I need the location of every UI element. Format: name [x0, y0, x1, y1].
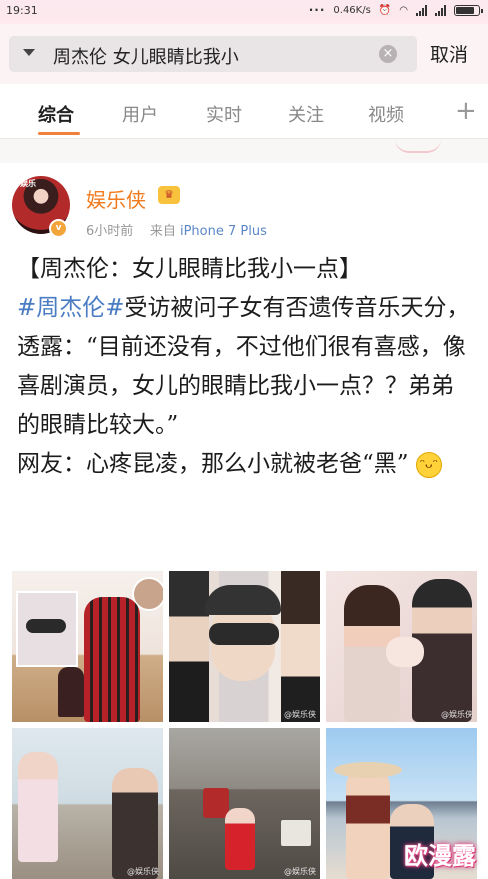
status-indicators: ··· 0.46K/s ⏰ ◠	[308, 3, 483, 17]
site-watermark: 欧漫露	[404, 842, 476, 870]
sunglasses	[209, 623, 279, 645]
inset-photo	[16, 591, 78, 667]
status-bar: 19:31 ··· 0.46K/s ⏰ ◠	[0, 0, 488, 24]
search-query[interactable]: 周杰伦 女儿眼睛比我小	[53, 43, 239, 69]
image-watermark: @娱乐侠	[441, 710, 473, 719]
more-dots-icon: ···	[308, 3, 326, 17]
tab-realtime[interactable]: 实时	[206, 101, 242, 127]
post-time: 6小时前	[86, 224, 134, 239]
post-source: iPhone 7 Plus	[179, 224, 267, 239]
search-input[interactable]: 周杰伦 女儿眼睛比我小 ×	[9, 36, 417, 72]
image-watermark: @娱乐侠	[284, 710, 316, 719]
search-tabs: 综合 用户 实时 关注 视频 +	[0, 84, 488, 139]
tab-all[interactable]: 综合	[38, 101, 74, 127]
post-image[interactable]: @娱乐侠	[169, 728, 320, 879]
image-watermark: @娱乐侠	[127, 867, 159, 876]
figure-baby	[386, 637, 424, 667]
search-header: 周杰伦 女儿眼睛比我小 × 取消	[0, 24, 488, 84]
sunglasses	[26, 619, 66, 633]
post-author[interactable]: 娱乐侠	[86, 184, 146, 213]
battery-icon	[454, 4, 483, 16]
signal-2-icon	[435, 4, 446, 16]
active-tab-indicator	[38, 132, 80, 135]
clear-search-icon[interactable]: ×	[379, 45, 397, 63]
tab-video[interactable]: 视频	[368, 101, 404, 127]
laugh-emoji-icon: ᵔᴗᵔ	[415, 452, 442, 478]
avatar-art: 娱乐	[20, 179, 36, 188]
add-tab-icon[interactable]: +	[455, 96, 477, 126]
post-image[interactable]: @娱乐侠	[169, 571, 320, 722]
vip-crown-icon: ♛	[158, 186, 180, 204]
photo-strip	[169, 571, 209, 722]
figure-chair	[203, 788, 229, 818]
post-image[interactable]: @娱乐侠	[12, 728, 163, 879]
figure-kid	[225, 808, 255, 870]
post-comment-text: 网友：心疼昆凌，那么小就被老爸“黑”	[17, 451, 409, 477]
post-meta: 6小时前 来自 iPhone 7 Plus	[86, 220, 267, 239]
post-title: 【周杰伦：女儿眼睛比我小一点】	[17, 256, 362, 282]
figure-girl	[18, 752, 58, 862]
signal-icon	[416, 4, 427, 16]
post-image[interactable]	[12, 571, 163, 722]
figure-boy	[112, 768, 158, 879]
hashtag-link[interactable]: #周杰伦#	[17, 295, 125, 321]
cancel-button[interactable]: 取消	[430, 40, 468, 67]
network-speed: 0.46K/s	[333, 4, 371, 16]
alarm-icon: ⏰	[378, 4, 392, 16]
dropdown-caret-icon[interactable]	[23, 49, 35, 56]
tab-users[interactable]: 用户	[122, 101, 158, 127]
decorative-curve	[395, 139, 441, 153]
post-comment: 网友：心疼昆凌，那么小就被老爸“黑” ᵔᴗᵔ	[17, 445, 475, 484]
figure-woman	[346, 768, 390, 879]
tab-following[interactable]: 关注	[288, 101, 324, 127]
post-paragraph: #周杰伦#受访被问子女有否遗传音乐天分，透露：“目前还没有，不过他们很有喜感，像…	[17, 289, 475, 445]
figure-child	[58, 667, 84, 717]
post-body: 【周杰伦：女儿眼睛比我小一点】 #周杰伦#受访被问子女有否遗传音乐天分，透露：“…	[17, 250, 475, 484]
post-source-prefix: 来自	[149, 224, 176, 239]
figure-hat	[334, 762, 402, 778]
figure-adult	[84, 597, 140, 722]
verified-badge-icon: v	[49, 219, 68, 238]
status-time: 19:31	[6, 4, 38, 17]
image-watermark: @娱乐侠	[284, 867, 316, 876]
figure-box	[281, 820, 311, 846]
wifi-icon: ◠	[399, 4, 408, 16]
figure-hat	[205, 585, 281, 615]
photo-strip	[281, 571, 320, 722]
post-image[interactable]: @娱乐侠	[326, 571, 477, 722]
